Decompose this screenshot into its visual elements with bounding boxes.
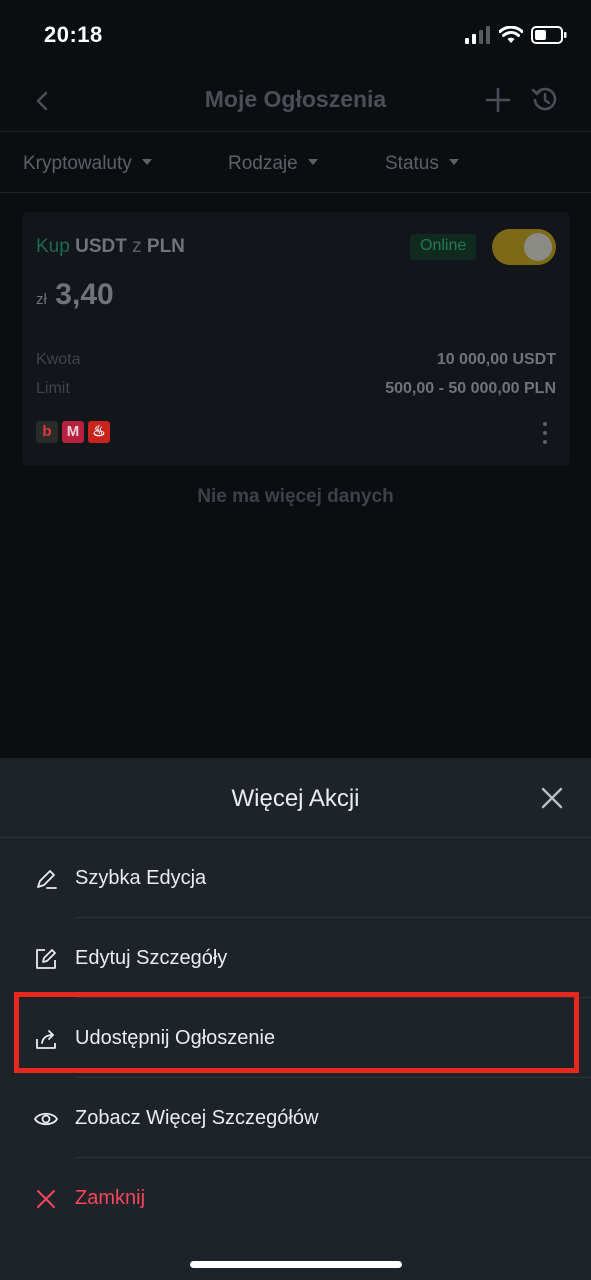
- list-end-text: Nie ma więcej danych: [197, 486, 394, 507]
- edit-square-icon: [36, 949, 56, 969]
- ad-side: Kup: [36, 236, 70, 257]
- price-currency: zł: [36, 291, 47, 308]
- action-edit-details[interactable]: Edytuj Szczegóły: [0, 919, 591, 999]
- close-icon[interactable]: [540, 786, 564, 810]
- history-icon[interactable]: [530, 84, 560, 114]
- sheet-title: Więcej Akcji: [231, 785, 360, 812]
- filter-label: Status: [385, 153, 439, 174]
- price-value: 3,40: [55, 278, 114, 311]
- sheet-header: Więcej Akcji: [0, 758, 591, 838]
- action-quick-edit[interactable]: Szybka Edycja: [0, 839, 591, 919]
- limit-value: 500,00 - 50 000,00 PLN: [385, 380, 556, 397]
- action-view-more-details[interactable]: Zobacz Więcej Szczegółów: [0, 1079, 591, 1159]
- action-close[interactable]: Zamknij: [0, 1159, 591, 1239]
- status-badge: Online: [410, 234, 477, 260]
- eye-icon: [34, 1112, 58, 1126]
- more-actions-sheet: Więcej Akcji Szybka Edycja Edytuj Szczeg…: [0, 758, 591, 1280]
- filter-label: Kryptowaluty: [23, 153, 132, 174]
- filter-bar: Kryptowaluty Rodzaje Status: [0, 133, 591, 193]
- home-indicator: [190, 1261, 402, 1268]
- toggle-knob: [524, 233, 552, 261]
- status-time: 20:18: [44, 22, 103, 47]
- ad-card[interactable]: Kup USDT z PLN Online zł 3,40 Kwota 10 0…: [22, 212, 570, 466]
- amount-label: Kwota: [36, 351, 81, 368]
- top-nav-bar: Moje Ogłoszenia: [0, 70, 591, 132]
- more-options-icon[interactable]: [540, 420, 550, 446]
- ad-fiat: PLN: [146, 236, 185, 257]
- action-label: Szybka Edycja: [75, 867, 207, 889]
- payment-methods: b M ♨: [36, 421, 110, 443]
- caret-down-icon: [307, 159, 318, 165]
- divider: [75, 917, 591, 918]
- limit-label: Limit: [36, 380, 70, 397]
- caret-down-icon: [141, 159, 152, 165]
- ad-price: zł 3,40: [36, 278, 114, 312]
- status-icons: [465, 24, 567, 46]
- divider: [75, 1157, 591, 1158]
- action-label: Zobacz Więcej Szczegółów: [75, 1107, 319, 1129]
- pen-edit-icon: [37, 870, 57, 889]
- divider: [75, 1077, 591, 1078]
- action-share-ad[interactable]: Udostępnij Ogłoszenie: [0, 999, 591, 1079]
- caret-down-icon: [448, 159, 459, 165]
- ad-online-toggle[interactable]: [492, 229, 556, 265]
- filter-status[interactable]: Status: [385, 153, 459, 175]
- share-icon: [36, 1030, 56, 1049]
- ad-asset: USDT: [75, 236, 127, 257]
- amount-value: 10 000,00 USDT: [436, 351, 556, 368]
- status-bar: 20:18: [0, 0, 591, 70]
- filter-type[interactable]: Rodzaje: [228, 153, 318, 175]
- mbank-icon: M: [62, 421, 84, 443]
- add-icon[interactable]: [484, 86, 512, 114]
- close-x-icon: [37, 1190, 55, 1208]
- blik-icon: b: [36, 421, 58, 443]
- wifi-icon: [499, 26, 523, 43]
- filter-label: Rodzaje: [228, 153, 298, 174]
- divider: [75, 997, 591, 998]
- filter-cryptocurrency[interactable]: Kryptowaluty: [23, 153, 152, 175]
- screen: 20:18 Moje Ogłoszenia Kryptowaluty Rodza…: [0, 0, 591, 1280]
- action-label: Edytuj Szczegóły: [75, 947, 228, 969]
- action-label: Zamknij: [75, 1187, 146, 1209]
- ad-title: Kup USDT z PLN: [36, 236, 185, 258]
- santander-icon: ♨: [88, 421, 110, 443]
- battery-icon: [531, 26, 567, 44]
- signal-icon: [465, 26, 490, 44]
- ad-connector: z: [132, 236, 142, 257]
- action-label: Udostępnij Ogłoszenie: [75, 1027, 276, 1049]
